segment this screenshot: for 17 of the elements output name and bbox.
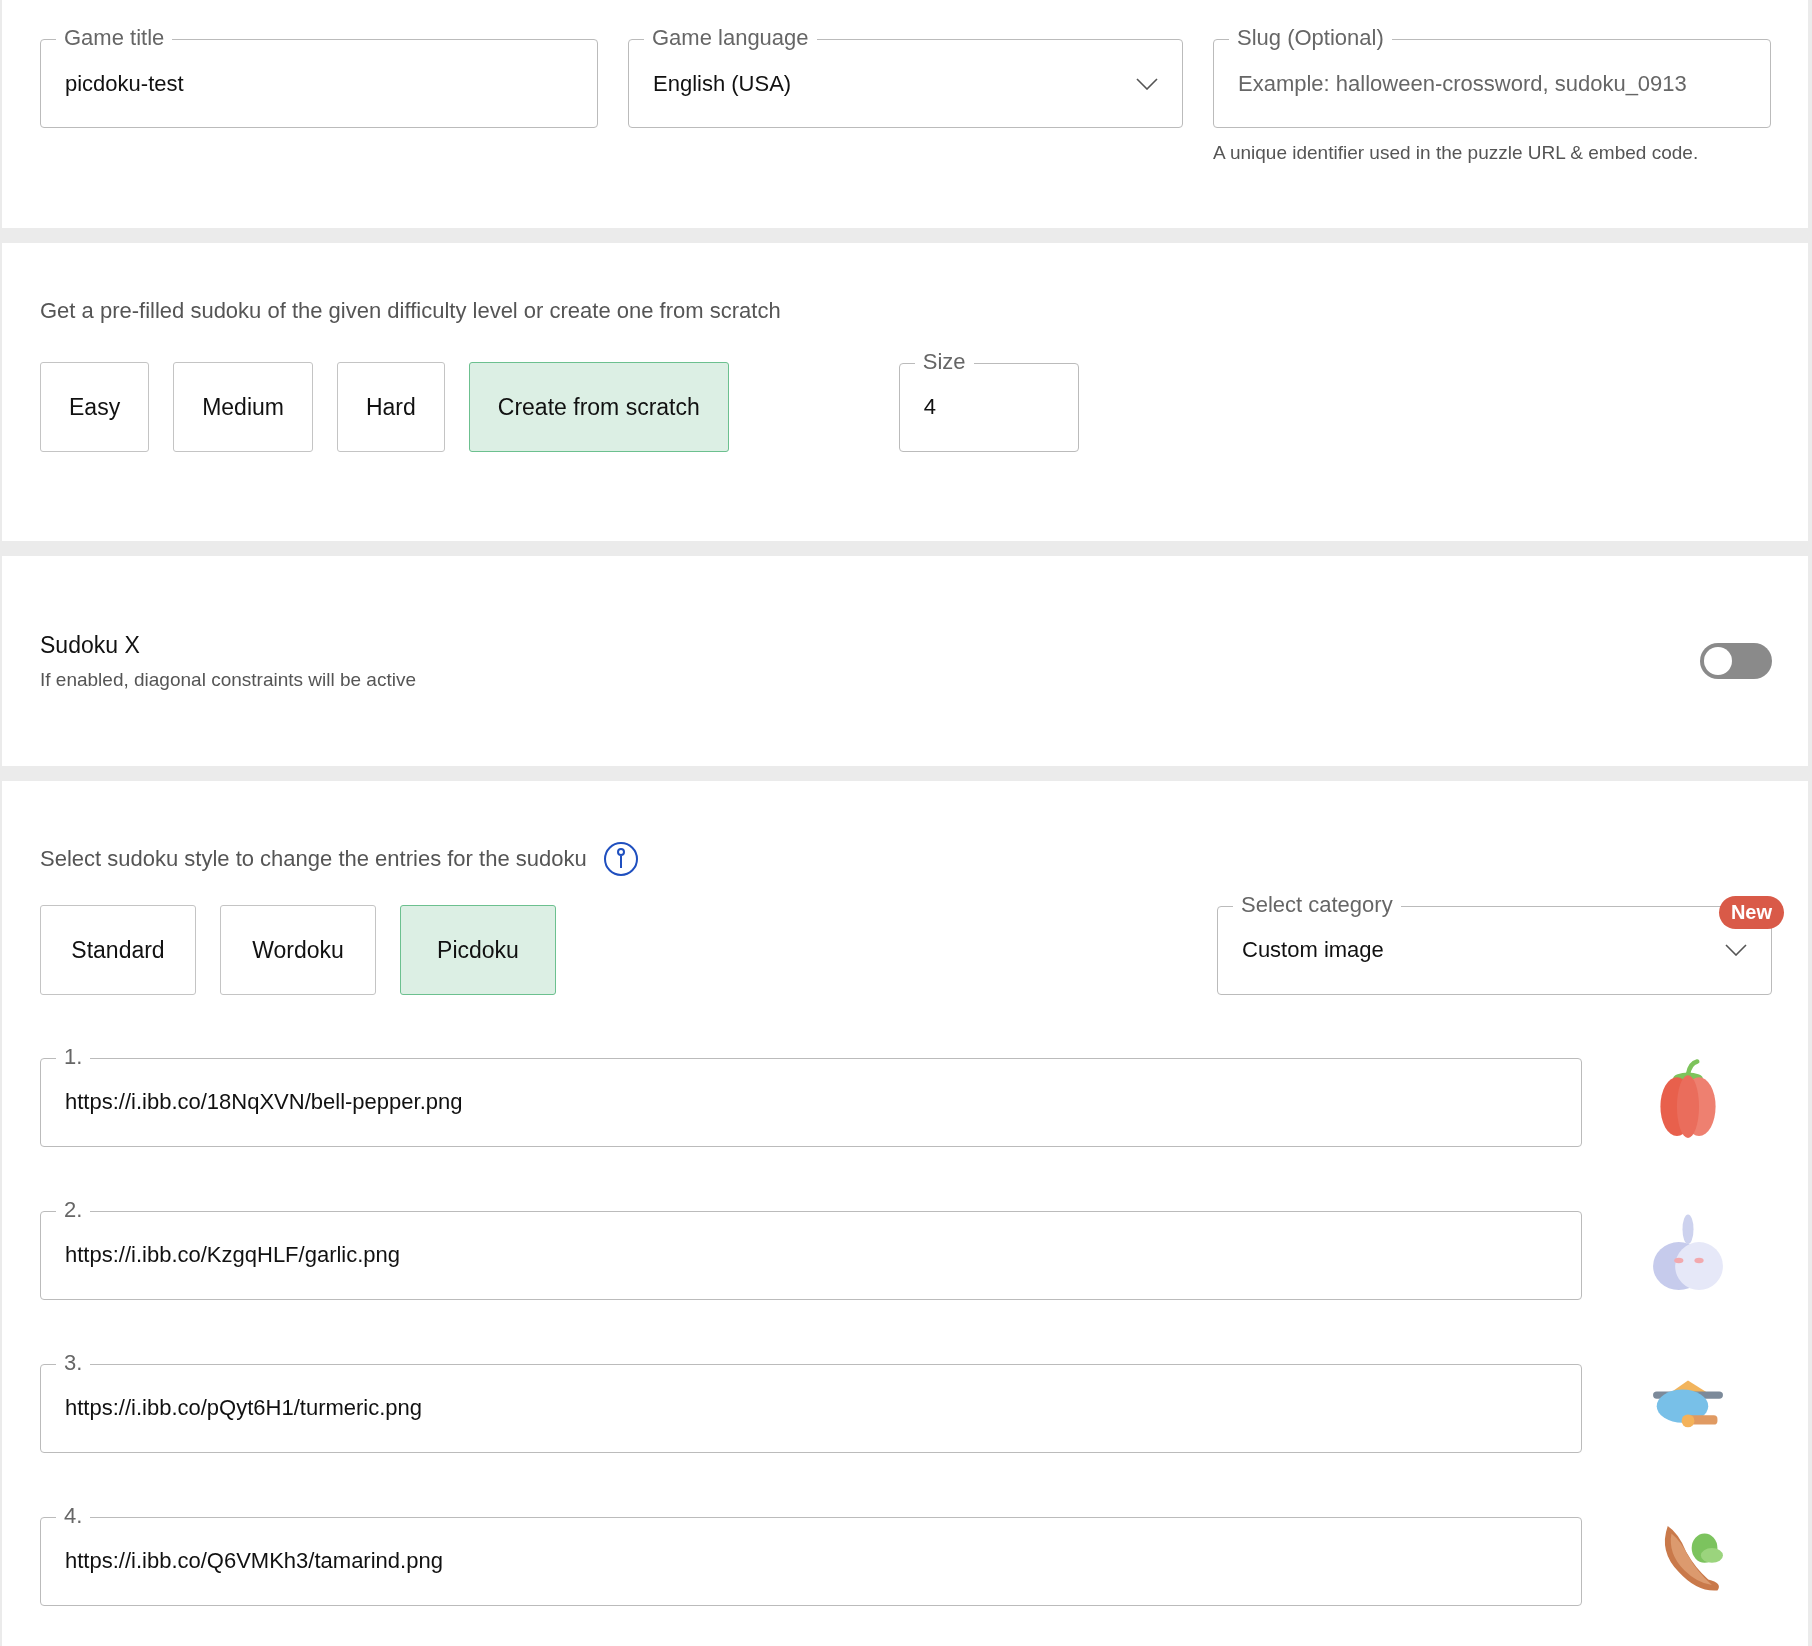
style-button[interactable]: Standard <box>40 905 196 995</box>
difficulty-button[interactable]: Hard <box>336 362 445 452</box>
style-button[interactable]: Wordoku <box>220 905 376 995</box>
chevron-down-icon <box>1136 77 1158 90</box>
difficulty-button[interactable]: Create from scratch <box>468 362 729 452</box>
setting-description: If enabled, diagonal constraints will be active <box>40 668 416 691</box>
style-button[interactable]: Picdoku <box>400 905 556 995</box>
difficulty-button[interactable]: Easy <box>40 362 150 452</box>
helper-text: A unique identifier used in the puzzle URL & embed code. <box>1213 142 1700 164</box>
description-text: Get a pre-filled sudoku of the given difficulty level or create one from scratch <box>40 298 782 324</box>
new-badge: New <box>1718 895 1784 929</box>
info-icon[interactable] <box>602 841 639 877</box>
description-text: Select sudoku style to change the entries for the sudoku <box>40 846 587 872</box>
chevron-down-icon <box>1725 944 1747 956</box>
setting-title: Sudoku X <box>40 631 141 659</box>
toggle-switch[interactable] <box>1700 643 1772 679</box>
difficulty-button[interactable]: Medium <box>173 362 313 452</box>
